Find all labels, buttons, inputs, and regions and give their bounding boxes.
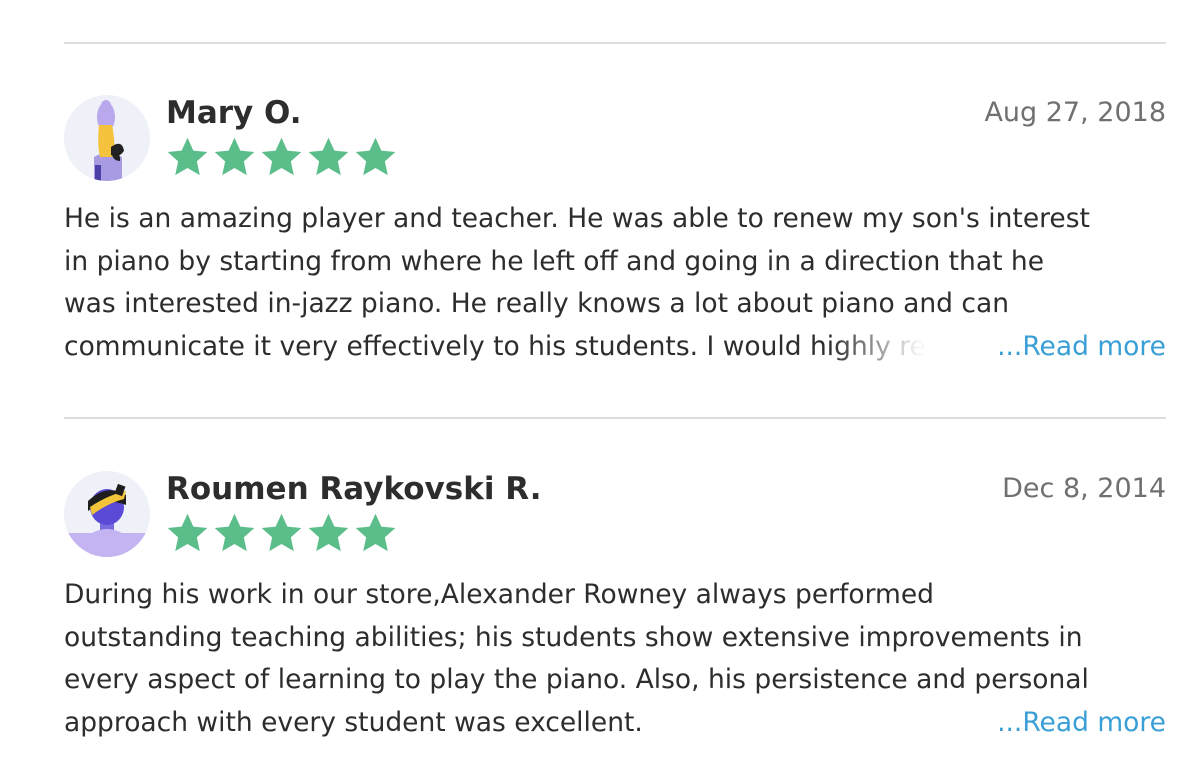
review-date: Aug 27, 2018 xyxy=(984,97,1166,128)
reviewer-name: Mary O. xyxy=(166,95,302,131)
star-icon xyxy=(167,137,208,176)
review-text: He is an amazing player and teacher. He … xyxy=(64,198,1166,368)
review-text-line: outstanding teaching abilities; his stud… xyxy=(64,621,1083,653)
review-text: During his work in our store,Alexander R… xyxy=(64,574,1166,744)
review-card: Roumen Raykovski R. Dec 8, 2014 During h… xyxy=(64,471,1166,751)
star-icon xyxy=(261,513,302,552)
star-icon xyxy=(214,513,255,552)
avatar xyxy=(64,95,150,181)
review-text-line: in piano by starting from where he left … xyxy=(64,245,1045,277)
star-icon xyxy=(355,513,396,552)
read-more-link[interactable]: ...Read more xyxy=(991,701,1166,744)
user-avatar-icon xyxy=(64,471,150,557)
review-card: Mary O. Aug 27, 2018 He is an amazing pl… xyxy=(64,95,1166,375)
review-text-line: During his work in our store,Alexander R… xyxy=(64,579,934,610)
star-icon xyxy=(261,137,302,176)
review-text-line: every aspect of learning to play the pia… xyxy=(64,664,1089,695)
review-text-line: was interested in-jazz piano. He really … xyxy=(64,288,1010,319)
star-icon xyxy=(214,137,255,176)
star-icon xyxy=(308,513,349,552)
star-rating xyxy=(165,135,398,179)
star-icon xyxy=(308,137,349,176)
review-text-line: He is an amazing player and teacher. He … xyxy=(64,203,1090,234)
divider xyxy=(64,42,1166,44)
read-more-link[interactable]: ...Read more xyxy=(991,325,1166,368)
star-icon xyxy=(167,513,208,552)
divider xyxy=(64,417,1166,419)
user-avatar-icon xyxy=(64,95,150,181)
star-icon xyxy=(355,137,396,176)
star-rating xyxy=(165,511,398,555)
text-fade xyxy=(830,325,990,368)
reviewer-name: Roumen Raykovski R. xyxy=(166,471,542,507)
review-date: Dec 8, 2014 xyxy=(1002,473,1166,504)
avatar xyxy=(64,471,150,557)
